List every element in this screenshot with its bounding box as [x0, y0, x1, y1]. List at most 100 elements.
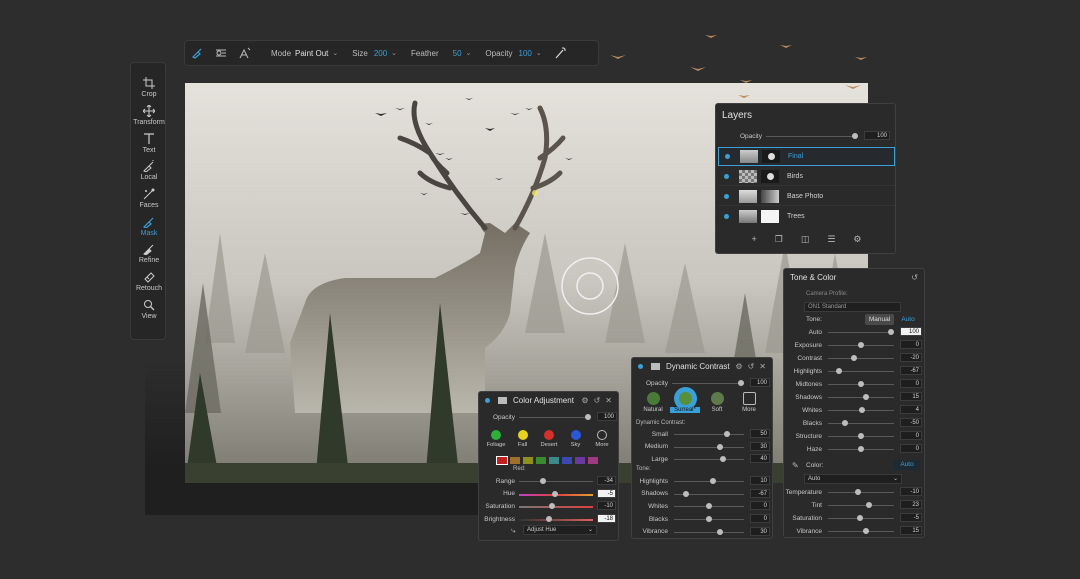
duplicate-layer-icon[interactable]: ❐ — [775, 234, 783, 245]
tool-text[interactable]: Text — [131, 133, 167, 154]
slider-knob[interactable] — [720, 456, 726, 462]
slider-value[interactable]: -67 — [750, 488, 770, 498]
slider-knob[interactable] — [841, 420, 848, 426]
magic-wand-icon[interactable] — [548, 47, 572, 59]
slider-track[interactable] — [828, 397, 894, 398]
close-icon[interactable]: ✕ — [759, 362, 766, 371]
tone-auto-button[interactable]: Auto — [896, 314, 920, 325]
tool-local[interactable]: Local — [131, 160, 167, 181]
opacity-slider-knob[interactable] — [738, 380, 744, 386]
mask-icon[interactable] — [498, 397, 507, 404]
color-target-0[interactable]: Foliage — [485, 430, 507, 448]
tool-refine[interactable]: Refine — [131, 243, 167, 264]
slider-track[interactable] — [674, 481, 744, 482]
reset-icon[interactable]: ↺ — [594, 396, 601, 405]
opacity-slider-knob[interactable] — [852, 133, 858, 139]
gear-icon[interactable]: ⚙ — [735, 362, 742, 371]
slider-track[interactable] — [674, 531, 744, 533]
opacity-slider[interactable] — [672, 383, 744, 384]
slider-value[interactable]: 30 — [750, 526, 770, 536]
slider-value[interactable]: 15 — [900, 526, 922, 535]
enable-dot-icon[interactable] — [485, 398, 490, 403]
slider-knob[interactable] — [862, 528, 869, 534]
slider-value[interactable]: -18 — [597, 514, 616, 524]
gear-icon[interactable]: ⚙ — [581, 396, 588, 405]
camera-profile-select[interactable]: ON1 Standard — [804, 302, 901, 312]
color-mode-select[interactable]: Auto ⌄ — [804, 474, 902, 484]
slider-knob[interactable] — [723, 431, 730, 437]
layer-row-birds[interactable]: Birds — [718, 167, 895, 186]
auto-brush-icon[interactable] — [233, 47, 257, 59]
layer-mask-icon[interactable]: ◫ — [801, 234, 810, 245]
tone-manual-button[interactable]: Manual — [865, 314, 894, 325]
slider-knob[interactable] — [859, 407, 866, 413]
slider-track[interactable] — [674, 434, 744, 435]
tool-faces[interactable]: Faces — [131, 188, 167, 209]
slider-knob[interactable] — [540, 478, 547, 484]
reset-icon[interactable]: ↺ — [748, 362, 755, 371]
size-value[interactable]: 200 — [374, 49, 387, 58]
slider-knob[interactable] — [858, 342, 864, 348]
tool-retouch[interactable]: Retouch — [131, 271, 167, 292]
slider-knob[interactable] — [551, 490, 558, 497]
slider-track[interactable] — [519, 506, 593, 509]
slider-knob[interactable] — [858, 433, 864, 439]
slider-track[interactable] — [828, 332, 894, 333]
slider-value[interactable]: 0 — [900, 444, 922, 453]
tool-crop[interactable]: Crop — [131, 77, 167, 98]
slider-value[interactable]: 0 — [900, 431, 922, 440]
hue-swatch[interactable] — [562, 457, 572, 464]
hue-swatch[interactable] — [496, 456, 508, 465]
opacity-slider-knob[interactable] — [585, 414, 591, 420]
slider-value[interactable]: -20 — [900, 353, 922, 362]
slider-value[interactable]: -34 — [597, 476, 616, 485]
slider-knob[interactable] — [851, 355, 858, 361]
slider-knob[interactable] — [836, 368, 843, 374]
brush-settings-icon[interactable] — [209, 47, 233, 59]
slider-knob[interactable] — [887, 329, 894, 335]
slider-track[interactable] — [828, 358, 894, 359]
slider-value[interactable]: -50 — [900, 418, 922, 427]
slider-knob[interactable] — [862, 394, 869, 400]
hue-swatch[interactable] — [575, 457, 585, 464]
slider-track[interactable] — [828, 492, 894, 493]
opacity-slider[interactable] — [519, 417, 591, 418]
opacity-slider[interactable] — [766, 136, 858, 137]
slider-track[interactable] — [674, 459, 744, 460]
slider-value[interactable]: 10 — [750, 476, 770, 485]
opacity-control[interactable]: Opacity 100 ⌄ — [485, 49, 541, 58]
hue-swatch[interactable] — [536, 457, 546, 464]
slider-value[interactable]: 40 — [750, 454, 770, 463]
color-target-1[interactable]: Fall — [512, 430, 534, 448]
feather-value[interactable]: 50 — [453, 49, 462, 58]
feather-control[interactable]: Feather 50 ⌄ — [411, 49, 471, 58]
color-auto-button[interactable]: Auto — [894, 460, 920, 470]
slider-value[interactable]: 100 — [900, 327, 922, 336]
layer-row-base-photo[interactable]: Base Photo — [718, 187, 895, 206]
slider-track[interactable] — [519, 481, 593, 482]
slider-value[interactable]: 0 — [900, 340, 922, 349]
slider-value[interactable]: 50 — [750, 429, 770, 438]
slider-value[interactable]: 0 — [900, 379, 922, 388]
slider-knob[interactable] — [854, 489, 861, 495]
tool-mask[interactable]: Mask — [131, 216, 167, 237]
mask-icon[interactable] — [651, 363, 660, 370]
preset-3[interactable]: More — [734, 392, 764, 413]
slider-value[interactable]: -67 — [900, 366, 922, 375]
preset-0[interactable]: Natural — [638, 392, 668, 413]
slider-value[interactable]: 4 — [900, 405, 922, 414]
layer-row-final[interactable]: Final — [718, 147, 895, 166]
size-control[interactable]: Size 200 ⌄ — [352, 49, 397, 58]
tool-transform[interactable]: Transform — [131, 105, 167, 126]
eyedropper-icon[interactable]: ✎ — [792, 461, 802, 470]
preset-1[interactable]: Surreal* — [670, 392, 700, 413]
slider-track[interactable] — [828, 531, 894, 532]
visibility-dot-icon[interactable] — [724, 173, 729, 179]
close-icon[interactable]: ✕ — [605, 396, 612, 405]
stack-layers-icon[interactable]: ☰ — [827, 234, 835, 245]
slider-knob[interactable] — [858, 446, 864, 452]
visibility-dot-icon[interactable] — [725, 154, 730, 159]
slider-value[interactable]: 0 — [750, 514, 770, 524]
enable-dot-icon[interactable] — [638, 364, 643, 369]
slider-knob[interactable] — [545, 516, 552, 523]
